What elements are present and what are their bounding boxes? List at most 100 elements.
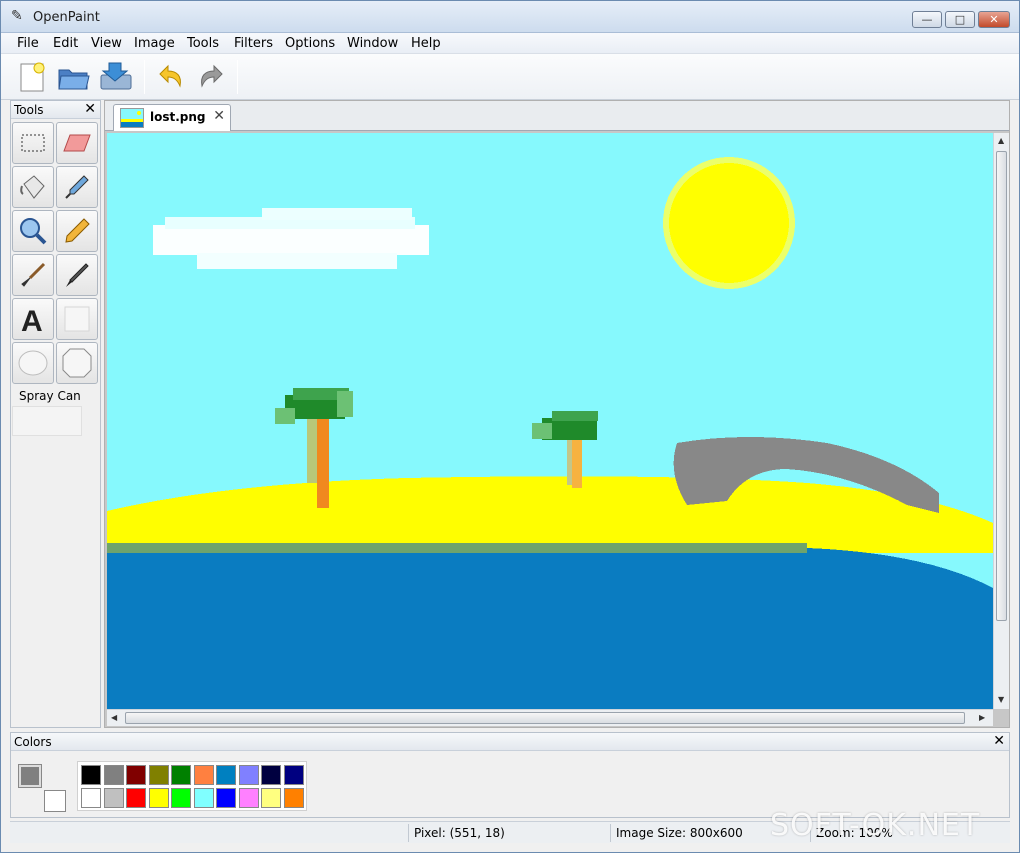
tools-panel-title: Tools: [14, 103, 44, 117]
open-folder-icon: [58, 69, 90, 90]
menu-help[interactable]: Help: [411, 36, 441, 51]
palette-swatch[interactable]: [193, 788, 214, 808]
status-separator: [408, 824, 409, 842]
palette-swatch[interactable]: [126, 765, 146, 785]
save-icon: [100, 62, 132, 90]
palette-swatch[interactable]: [148, 765, 169, 785]
new-document-button[interactable]: [13, 58, 51, 96]
palette-swatch[interactable]: [216, 788, 236, 808]
palette-swatch[interactable]: [103, 765, 124, 785]
ellipse-tool[interactable]: [12, 342, 54, 384]
undo-icon: [159, 64, 181, 88]
palette-swatch[interactable]: [103, 788, 124, 808]
document-tabs: lost.png ✕: [105, 101, 1009, 131]
title-bar: ✎ OpenPaint — □ ✕: [1, 1, 1019, 33]
colors-panel: Colors ✕: [10, 732, 1010, 818]
scroll-right-icon[interactable]: ▶: [979, 713, 985, 722]
ink-dropper-icon: [66, 263, 89, 287]
palette-swatch[interactable]: [148, 788, 169, 808]
toolbar-separator: [144, 60, 145, 94]
maximize-button[interactable]: □: [945, 11, 975, 28]
tools-panel: Tools ✕ A Spray Can: [10, 100, 101, 728]
menu-bar: File Edit View Image Tools Filters Optio…: [1, 33, 1019, 54]
scroll-down-icon[interactable]: ▼: [998, 695, 1004, 704]
svg-text:A: A: [21, 305, 43, 334]
tab-close-icon[interactable]: ✕: [213, 108, 225, 124]
horizontal-scrollbar[interactable]: ◀ ▶: [107, 709, 993, 726]
colors-panel-header: Colors ✕: [11, 733, 1009, 751]
rectangle-select-tool[interactable]: [12, 122, 54, 164]
color-palette: [77, 761, 307, 811]
document-area: lost.png ✕ ▲ ▼ ◀ ▶: [104, 100, 1010, 728]
palette-swatch[interactable]: [81, 765, 101, 785]
rectangle-tool[interactable]: [56, 298, 98, 340]
colors-panel-title: Colors: [14, 735, 52, 749]
sun: [663, 157, 795, 289]
palette-swatch[interactable]: [283, 765, 304, 785]
menu-window[interactable]: Window: [347, 36, 398, 51]
pencil-tool[interactable]: [56, 210, 98, 252]
save-file-button[interactable]: [97, 58, 135, 96]
palette-swatch[interactable]: [283, 788, 304, 808]
image-size: Image Size: 800x600: [616, 826, 743, 840]
minimize-button[interactable]: —: [912, 11, 942, 28]
scroll-up-icon[interactable]: ▲: [998, 136, 1004, 145]
menu-options[interactable]: Options: [285, 36, 335, 51]
vertical-scroll-thumb[interactable]: [996, 151, 1007, 621]
app-window: ✎ OpenPaint — □ ✕ File Edit View Image T…: [0, 0, 1020, 853]
palette-swatch[interactable]: [171, 788, 191, 808]
zoom-tool[interactable]: [12, 210, 54, 252]
palette-swatch[interactable]: [261, 788, 281, 808]
undo-button[interactable]: [151, 58, 189, 96]
vertical-scrollbar[interactable]: ▲ ▼: [993, 133, 1009, 709]
clone-stamp-tool[interactable]: [56, 254, 98, 296]
menu-edit[interactable]: Edit: [53, 36, 78, 51]
eyedropper-icon: [65, 175, 89, 199]
palette-swatch[interactable]: [238, 765, 259, 785]
menu-tools[interactable]: Tools: [187, 36, 219, 51]
palette-swatch[interactable]: [261, 765, 281, 785]
tools-panel-header: Tools ✕: [11, 101, 100, 119]
pixel-coordinates: Pixel: (551, 18): [414, 826, 505, 840]
rounded-rectangle-tool[interactable]: [56, 342, 98, 384]
text-tool[interactable]: A: [12, 298, 54, 340]
horizontal-scroll-thumb[interactable]: [125, 712, 965, 724]
menu-file[interactable]: File: [17, 36, 39, 51]
palette-swatch[interactable]: [171, 765, 191, 785]
colors-panel-close-icon[interactable]: ✕: [993, 733, 1005, 749]
scroll-left-icon[interactable]: ◀: [111, 713, 117, 722]
palette-swatch[interactable]: [193, 765, 214, 785]
drawing-canvas[interactable]: [107, 133, 993, 709]
status-separator: [610, 824, 611, 842]
primary-color-swatch[interactable]: [18, 764, 42, 788]
open-file-button[interactable]: [55, 58, 93, 96]
secondary-color-swatch[interactable]: [44, 790, 66, 812]
pencil-icon: [65, 218, 90, 243]
tool-options-area: [12, 406, 82, 436]
menu-image[interactable]: Image: [134, 36, 175, 51]
document-tab-label: lost.png: [150, 110, 206, 124]
window-title: OpenPaint: [33, 10, 100, 25]
eraser-tool[interactable]: [56, 122, 98, 164]
palette-swatch[interactable]: [81, 788, 101, 808]
menu-filters[interactable]: Filters: [234, 36, 273, 51]
paintbrush-tool[interactable]: [12, 254, 54, 296]
text-icon: A: [21, 305, 43, 334]
paint-bucket-tool[interactable]: [12, 166, 54, 208]
tools-panel-close-icon[interactable]: ✕: [84, 101, 96, 117]
palette-swatch[interactable]: [238, 788, 259, 808]
palette-swatch[interactable]: [126, 788, 146, 808]
canvas-image: [107, 133, 993, 709]
watermark: SOFT-OK.NET: [770, 808, 981, 843]
redo-button[interactable]: [193, 58, 231, 96]
magnifier-icon: [20, 218, 47, 245]
palette-swatch[interactable]: [216, 765, 236, 785]
rounded-rectangle-icon: [62, 348, 92, 378]
color-picker-tool[interactable]: [56, 166, 98, 208]
close-button[interactable]: ✕: [978, 11, 1010, 28]
menu-view[interactable]: View: [91, 36, 122, 51]
app-icon: ✎: [11, 8, 23, 24]
rectangle-select-icon: [21, 134, 45, 152]
image-thumbnail: [120, 108, 144, 128]
document-tab[interactable]: lost.png ✕: [113, 104, 231, 131]
